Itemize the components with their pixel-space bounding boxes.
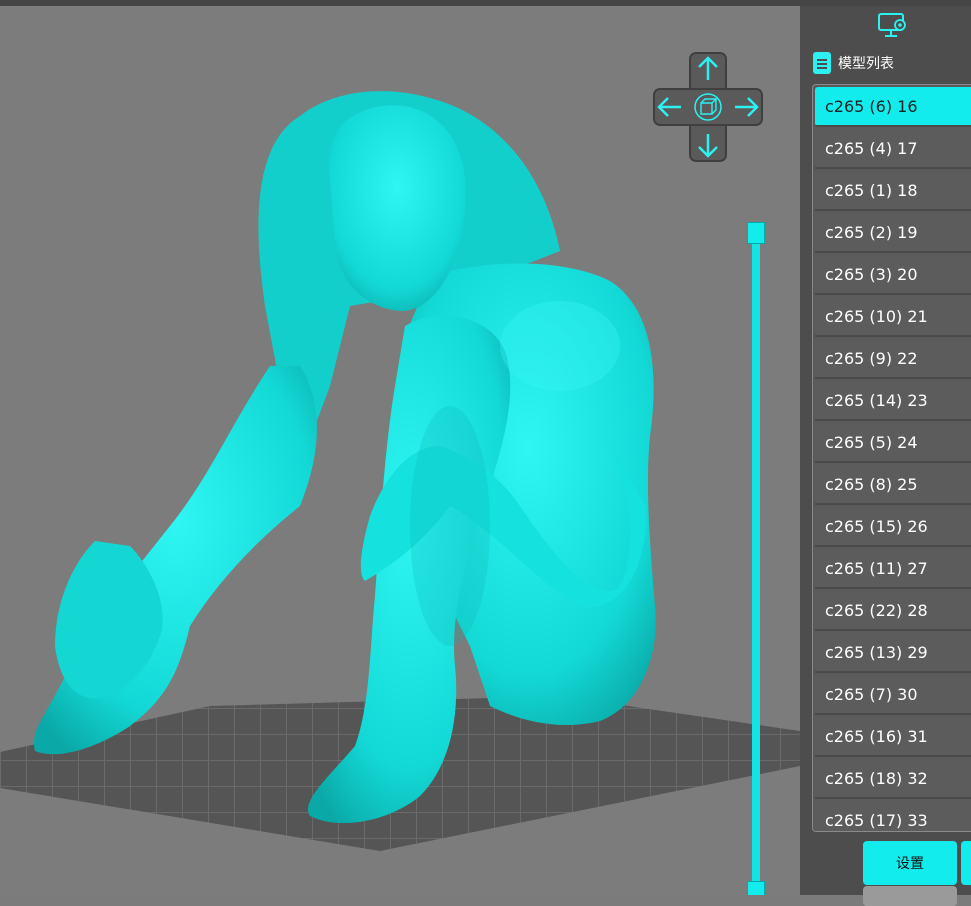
- model-list-item[interactable]: c265 (8) 25: [815, 465, 971, 505]
- layer-slider-track: [752, 234, 760, 894]
- model-list-item[interactable]: c265 (1) 18: [815, 171, 971, 211]
- model-list-header: 模型列表: [812, 51, 894, 75]
- document-icon: [813, 52, 831, 74]
- right-sidebar: 模型列表 c265 (6) 16 c265 (4) 17 c265 (1) 18…: [800, 6, 971, 906]
- model-list-item[interactable]: c265 (4) 17: [815, 129, 971, 169]
- model-list-item[interactable]: c265 (3) 20: [815, 255, 971, 295]
- monitor-gear-icon[interactable]: [876, 10, 910, 40]
- model-list-item[interactable]: c265 (16) 31: [815, 717, 971, 757]
- model-list-item[interactable]: c265 (17) 33: [815, 801, 971, 831]
- model-list-item[interactable]: c265 (15) 26: [815, 507, 971, 547]
- layer-slider-bottom-handle[interactable]: [747, 881, 765, 895]
- arrow-up-icon[interactable]: [691, 52, 725, 86]
- layer-slider-top-handle[interactable]: [747, 222, 765, 244]
- settings-button[interactable]: 设置: [863, 841, 957, 885]
- model-list-item[interactable]: c265 (2) 19: [815, 213, 971, 253]
- model-list-item[interactable]: c265 (22) 28: [815, 591, 971, 631]
- model-list-item[interactable]: c265 (10) 21: [815, 297, 971, 337]
- model-list-item[interactable]: c265 (9) 22: [815, 339, 971, 379]
- model-list-item[interactable]: c265 (5) 24: [815, 423, 971, 463]
- model-left-leg: [34, 366, 317, 755]
- cube-icon[interactable]: [691, 90, 725, 124]
- settings-button-label: 设置: [896, 856, 924, 872]
- view-navigation-pad: [653, 52, 763, 162]
- model-list-item[interactable]: c265 (7) 30: [815, 675, 971, 715]
- model-list[interactable]: c265 (6) 16 c265 (4) 17 c265 (1) 18 c265…: [812, 84, 971, 832]
- model-list-item-selected[interactable]: c265 (6) 16: [815, 87, 971, 127]
- model-list-item[interactable]: c265 (11) 27: [815, 549, 971, 589]
- disabled-button[interactable]: [863, 886, 957, 906]
- layer-slider[interactable]: [747, 222, 765, 895]
- arrow-right-icon[interactable]: [729, 90, 763, 124]
- model-list-title: 模型列表: [838, 56, 894, 72]
- 3d-viewport[interactable]: [0, 6, 800, 895]
- arrow-left-icon[interactable]: [653, 90, 687, 124]
- arrow-down-icon[interactable]: [691, 128, 725, 162]
- model-list-item[interactable]: c265 (14) 23: [815, 381, 971, 421]
- model-list-item[interactable]: c265 (13) 29: [815, 633, 971, 673]
- secondary-button[interactable]: [961, 841, 971, 885]
- model-list-item[interactable]: c265 (18) 32: [815, 759, 971, 799]
